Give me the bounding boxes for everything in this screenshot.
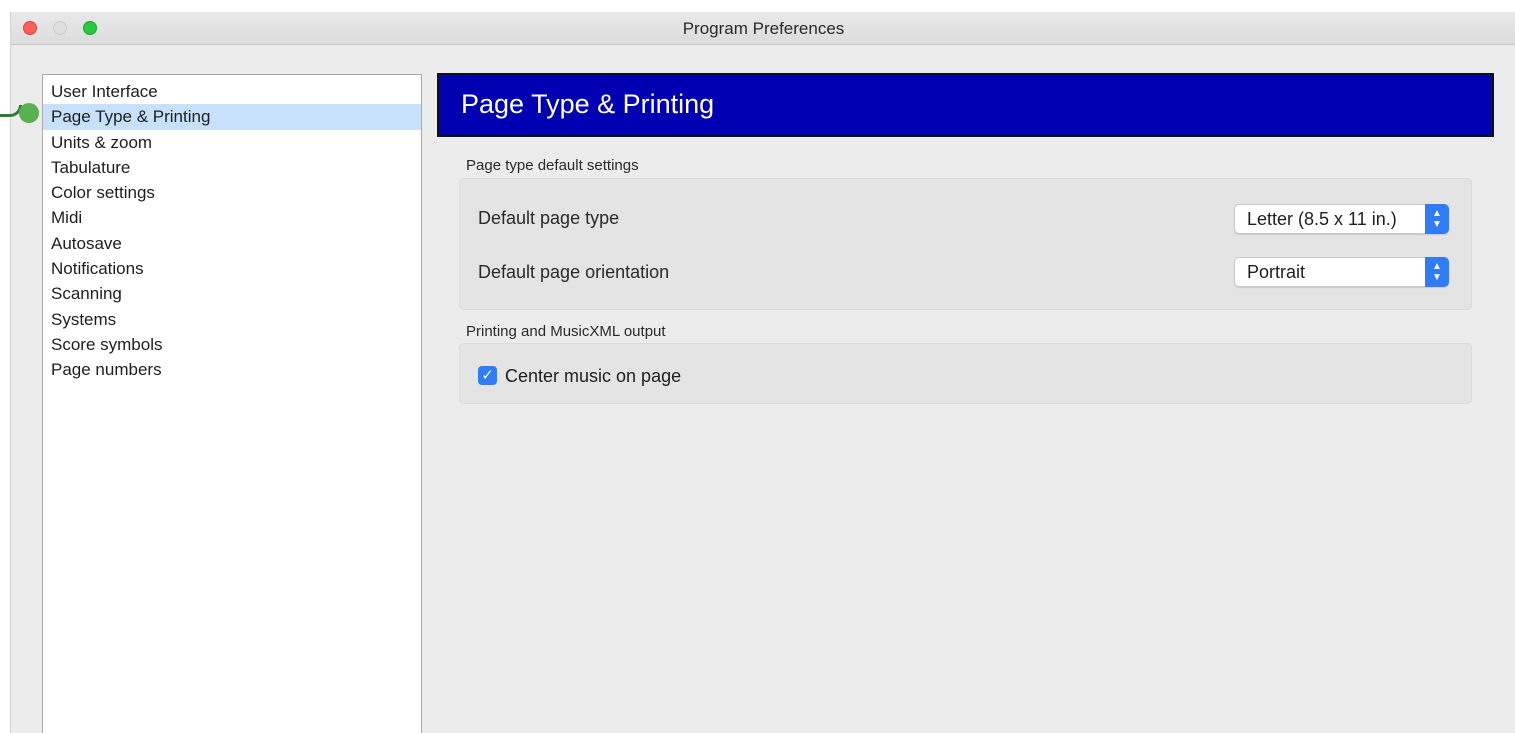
sidebar-item-units-zoom[interactable]: Units & zoom (43, 130, 421, 155)
sidebar-item-color-settings[interactable]: Color settings (43, 180, 421, 205)
page-type-group-label: Page type default settings (466, 157, 639, 174)
sidebar-item-page-numbers[interactable]: Page numbers (43, 357, 421, 382)
sidebar-item-page-type-printing[interactable]: Page Type & Printing (43, 104, 421, 130)
sidebar-item-notifications[interactable]: Notifications (43, 256, 421, 281)
chevron-up-down-icon: ▲ ▼ (1425, 257, 1449, 287)
sidebar-item-systems[interactable]: Systems (43, 307, 421, 332)
printing-group-label: Printing and MusicXML output (466, 323, 666, 340)
default-page-type-value: Letter (8.5 x 11 in.) (1247, 209, 1397, 229)
page-type-group-box (459, 178, 1472, 310)
panel-title-banner: Page Type & Printing (437, 73, 1494, 137)
preferences-category-list: User Interface Page Type & Printing Unit… (42, 74, 422, 733)
sidebar-item-scanning[interactable]: Scanning (43, 281, 421, 306)
sidebar-item-tabulature[interactable]: Tabulature (43, 155, 421, 180)
window-title: Program Preferences (682, 19, 845, 38)
checkmark-icon: ✓ (481, 367, 494, 384)
default-page-orientation-value: Portrait (1247, 262, 1306, 282)
center-music-checkbox[interactable]: ✓ (478, 366, 497, 385)
sidebar-item-midi[interactable]: Midi (43, 205, 421, 230)
default-page-orientation-select[interactable]: Portrait ▲ ▼ (1234, 257, 1449, 287)
default-page-type-select[interactable]: Letter (8.5 x 11 in.) ▲ ▼ (1234, 204, 1449, 234)
center-music-label[interactable]: Center music on page (505, 366, 681, 387)
sidebar-item-autosave[interactable]: Autosave (43, 231, 421, 256)
sidebar-item-score-symbols[interactable]: Score symbols (43, 332, 421, 357)
default-page-type-label: Default page type (478, 208, 620, 228)
title-bar[interactable]: Program Preferences (11, 12, 1515, 45)
annotation-dot-icon (19, 103, 39, 123)
default-page-orientation-label: Default page orientation (478, 262, 670, 282)
sidebar-item-user-interface[interactable]: User Interface (43, 79, 421, 104)
chevron-up-down-icon: ▲ ▼ (1425, 204, 1449, 234)
